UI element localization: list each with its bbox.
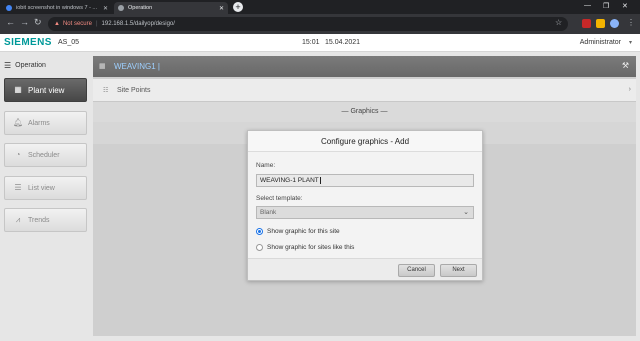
trend-icon: ⩘ [15,215,21,224]
radio-selected-icon[interactable] [256,228,263,235]
template-select-value: Blank [260,209,277,216]
sidebar-item-label: Trends [28,216,50,224]
forward-icon[interactable]: → [20,17,29,27]
breadcrumb-bar: ▦ WEAVING1 | ⚒ [93,56,636,77]
security-label[interactable]: Not secure [63,21,92,27]
graphics-header: — Graphics — [93,102,636,122]
option-label: Show graphic for this site [267,228,340,235]
browser-menu-icon[interactable]: ⋮ [627,18,635,27]
sidebar-item-trends[interactable]: ⩘ Trends [4,208,87,232]
hamburger-menu-icon[interactable]: ☰ [4,61,11,70]
option-similar-sites-radio[interactable]: Show graphic for sites like this [256,244,354,251]
site-points-label: Site Points [117,87,151,94]
clock-icon: ◔ [15,150,21,159]
template-label: Select template: [256,195,303,202]
profile-avatar-icon[interactable] [610,19,619,28]
plant-view-icon: ▦ [14,85,22,94]
sidebar-item-label: List view [28,184,55,192]
url-text[interactable]: 192.168.1.5/dailyop/desigo/ [102,21,175,27]
dialog-footer: Cancel Next [248,258,482,280]
grid-icon[interactable]: ▦ [99,62,106,70]
breadcrumb[interactable]: WEAVING1 | [114,62,160,71]
radio-unselected-icon[interactable] [256,244,263,251]
sidebar-item-label: Plant view [28,85,65,95]
reload-icon[interactable]: ↻ [34,17,42,28]
warning-icon: ▲ [54,21,60,27]
list-icon: ☰ [14,183,22,192]
minimize-window-icon[interactable]: — [584,2,591,9]
site-points-bar[interactable]: ☷ Site Points › [93,79,636,102]
extension-shield-icon[interactable] [582,19,591,28]
sidebar-item-label: Scheduler [28,151,60,159]
back-icon[interactable]: ← [6,17,15,27]
chevron-down-icon[interactable]: ▾ [629,39,632,46]
address-separator: | [95,21,98,27]
sidebar-item-list-view[interactable]: ☰ List view [4,176,87,200]
google-favicon-icon [6,5,12,11]
browser-tab-title: iobit screenshot in windows 7 - ... [16,5,98,11]
close-tab-icon[interactable]: ✕ [219,5,224,12]
chevron-down-icon[interactable]: ⌄ [463,207,469,218]
app-header: SIEMENS AS_05 15:01 15.04.2021 Administr… [0,34,640,52]
extension-puzzle-icon[interactable] [596,19,605,28]
new-tab-button[interactable]: + [233,2,243,12]
browser-tabstrip: iobit screenshot in windows 7 - ... ✕ Op… [0,0,640,14]
sidebar: ☰ Operation ▦ Plant view 🔔︎ Alarms ◔ Sch… [0,52,90,341]
clock-date: 15.04.2021 [325,39,361,46]
maximize-window-icon[interactable]: ❐ [603,2,609,10]
cancel-button[interactable]: Cancel [398,264,435,277]
text-caret [319,176,321,184]
browser-tab-operation[interactable]: Operation ✕ [114,2,228,14]
next-button[interactable]: Next [440,264,477,277]
browser-tab-title: Operation [128,5,153,11]
star-icon[interactable]: ☆ [555,18,562,27]
bell-icon: 🔔︎ [13,118,24,127]
name-label: Name: [256,162,276,169]
option-this-site-radio[interactable]: Show graphic for this site [256,228,340,235]
grip-icon: ☷ [103,88,109,94]
sidebar-item-alarms[interactable]: 🔔︎ Alarms [4,111,87,135]
name-input[interactable]: WEAVING-1 PLANT [256,174,474,187]
name-input-value: WEAVING-1 PLANT [260,177,319,184]
configure-graphics-dialog: Configure graphics - Add Name: WEAVING-1… [247,130,483,281]
browser-toolbar: ← → ↻ ▲ Not secure | 192.168.1.5/dailyop… [0,14,640,34]
template-select[interactable]: Blank ⌄ [256,206,474,219]
globe-favicon-icon [118,5,124,11]
address-bar[interactable]: ▲ Not secure | 192.168.1.5/dailyop/desig… [48,17,568,31]
dialog-title: Configure graphics - Add [248,131,482,152]
sidebar-heading-label: Operation [15,62,46,69]
tools-icon[interactable]: ⚒ [622,61,629,70]
browser-tab-iobit[interactable]: iobit screenshot in windows 7 - ... ✕ [2,2,112,14]
chevron-right-icon[interactable]: › [629,86,631,93]
sidebar-item-scheduler[interactable]: ◔ Scheduler [4,143,87,167]
close-window-icon[interactable]: ✕ [622,2,628,10]
clock-time: 15:01 [302,39,320,46]
user-menu[interactable]: Administrator [580,39,621,46]
siemens-logo: SIEMENS [4,37,52,48]
sidebar-item-label: Alarms [28,119,50,127]
option-label: Show graphic for sites like this [267,244,355,251]
close-tab-icon[interactable]: ✕ [103,5,108,12]
station-name: AS_05 [58,39,80,46]
sidebar-heading[interactable]: ☰ Operation [4,61,46,70]
sidebar-item-plant-view[interactable]: ▦ Plant view [4,78,87,102]
